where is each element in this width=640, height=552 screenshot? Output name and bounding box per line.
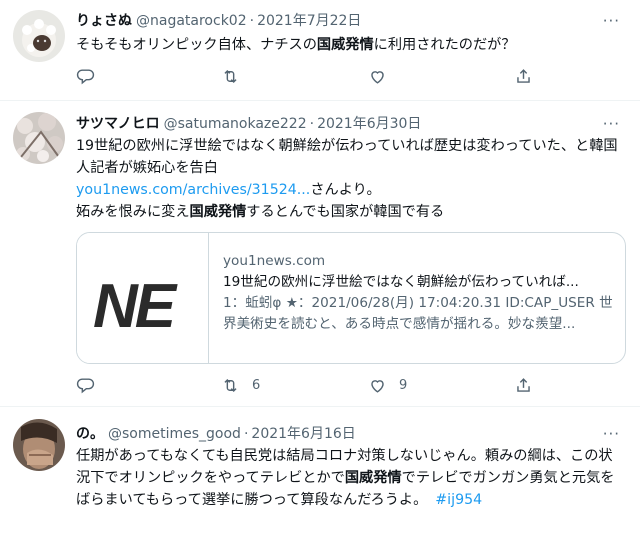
avatar[interactable] (13, 112, 65, 164)
like-count: 9 (399, 377, 408, 393)
tweet-text: 任期があってもなくても自民党は結局コロナ対策しないじゃん。頼みの綱は、この状況下… (76, 448, 615, 508)
share-icon (517, 377, 530, 392)
user-handle[interactable]: @sometimes_good (108, 426, 241, 442)
tweet[interactable]: サツマノヒロ @satumanokaze222 · 2021年6月30日 ··· 19… (0, 101, 640, 407)
share-icon (517, 68, 530, 83)
tweet-date[interactable]: 2021年6月16日 (251, 426, 355, 442)
tweet-date[interactable]: 2021年6月30日 (317, 116, 421, 132)
card-domain: you1news.com (223, 253, 326, 269)
more-icon[interactable]: ··· (603, 113, 620, 135)
tweet-actions: 6 9 (76, 373, 536, 397)
tweet-header: サツマノヒロ @satumanokaze222 · 2021年6月30日 ··· (76, 113, 620, 135)
like-button[interactable] (368, 64, 399, 88)
user-name[interactable]: の。 (76, 426, 104, 442)
tweet-link[interactable]: you1news.com/archives/31524... (76, 182, 310, 198)
tweet-actions (76, 64, 536, 88)
tweet-text: そもそもオリンピック自体、ナチスの国威発情に利用されたのだが？ (76, 37, 516, 53)
tweet-header: の。 @sometimes_good · 2021年6月16日 ··· (76, 423, 620, 445)
more-icon[interactable]: ··· (603, 423, 620, 445)
tweet-header: りょさぬ @nagatarock02 · 2021年7月22日 ··· (76, 10, 620, 32)
tweet[interactable]: の。 @sometimes_good · 2021年6月16日 ··· 任期があっても… (0, 407, 640, 552)
user-name[interactable]: サツマノヒロ (76, 116, 160, 132)
retweet-button[interactable] (221, 64, 252, 88)
highlighted-keyword: 国威発情 (189, 204, 247, 220)
reply-button[interactable] (76, 64, 95, 88)
tweet-text: 19世紀の欧州に浮世絵ではなく朝鮮絵が伝わっていれば歴史は変わっていた、と韓国人… (76, 138, 618, 220)
retweet-icon (224, 378, 237, 392)
user-handle[interactable]: @nagatarock02 (136, 13, 247, 29)
reply-icon (76, 377, 95, 393)
reply-icon (76, 68, 95, 84)
retweet-count: 6 (252, 377, 261, 393)
more-icon[interactable]: ··· (603, 10, 620, 32)
card-body: you1news.com 19世紀の欧州に浮世絵ではなく朝鮮絵が伝わっていれば.… (223, 251, 617, 337)
avatar[interactable] (13, 10, 65, 62)
card-logo: NE (93, 272, 176, 341)
like-icon (371, 379, 384, 393)
hashtag-link[interactable]: #ij954 (435, 492, 482, 508)
share-button[interactable] (514, 373, 533, 397)
like-button[interactable]: 9 (368, 373, 407, 397)
tweet[interactable]: りょさぬ @nagatarock02 · 2021年7月22日 ··· そもそもオリン… (0, 0, 640, 101)
highlighted-keyword: 国威発情 (316, 37, 374, 53)
like-icon (371, 70, 384, 84)
share-button[interactable] (514, 64, 533, 88)
link-card[interactable]: NE you1news.com 19世紀の欧州に浮世絵ではなく朝鮮絵が伝わってい… (76, 232, 626, 364)
user-handle[interactable]: @satumanokaze222 (164, 116, 307, 132)
highlighted-keyword: 国威発情 (344, 470, 402, 486)
avatar[interactable] (13, 419, 65, 471)
card-description: 1：蚯蚓φ ★：2021/06/28(月) 17:04:20.31 ID:CAP… (223, 295, 613, 332)
retweet-button[interactable]: 6 (221, 373, 260, 397)
card-thumbnail: NE (77, 233, 209, 363)
retweet-icon (224, 69, 237, 83)
reply-button[interactable] (76, 373, 95, 397)
tweet-date[interactable]: 2021年7月22日 (257, 13, 361, 29)
user-name[interactable]: りょさぬ (76, 13, 132, 29)
card-title: 19世紀の欧州に浮世絵ではなく朝鮮絵が伝わっていれば... (223, 274, 579, 290)
